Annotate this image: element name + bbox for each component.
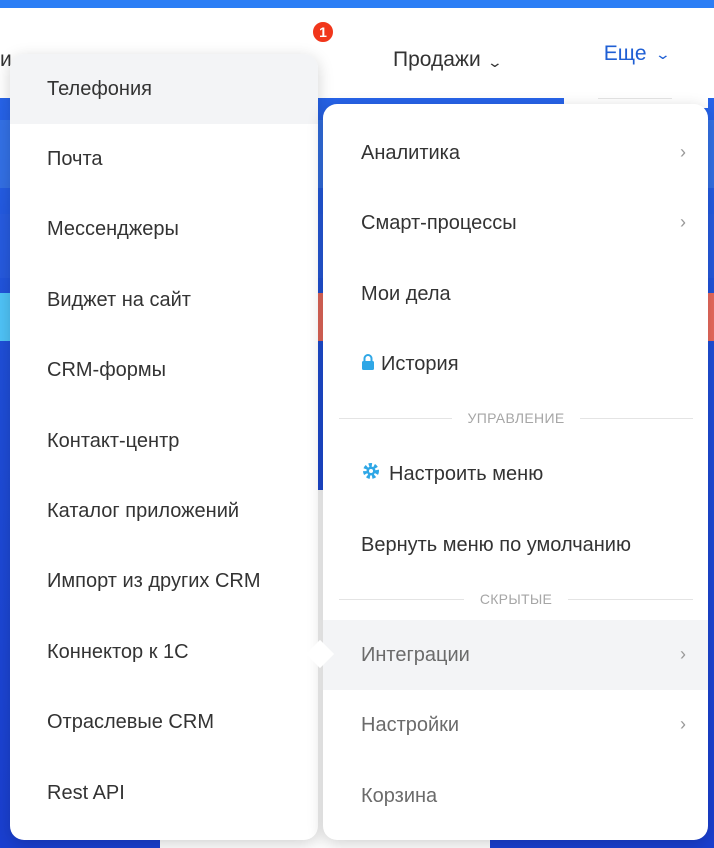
- section-divider-hidden: СКРЫТЫЕ: [339, 589, 694, 609]
- menu-item-label: История: [381, 352, 459, 375]
- submenu-item-contact-center[interactable]: Контакт-центр: [10, 406, 318, 476]
- submenu-item-telephony[interactable]: Телефония: [10, 54, 318, 125]
- submenu-item-messengers[interactable]: Мессенджеры: [10, 195, 318, 265]
- menu-item-label: Вернуть меню по умолчанию: [361, 533, 631, 556]
- submenu-item-1c-connector[interactable]: Коннектор к 1С: [10, 617, 318, 687]
- menu-item-history[interactable]: История: [323, 329, 708, 399]
- submenu-item-app-catalog[interactable]: Каталог приложений: [10, 476, 318, 546]
- chevron-right-icon: ›: [680, 644, 686, 664]
- menu-item-integrations[interactable]: Интеграции ›: [323, 620, 708, 690]
- chevron-right-icon: ›: [680, 212, 686, 232]
- notification-badge: 1: [311, 20, 335, 44]
- menu-item-my-tasks[interactable]: Мои дела: [323, 259, 708, 329]
- menu-item-smart-processes[interactable]: Смарт-процессы ›: [323, 188, 708, 258]
- submenu-item-rest-api[interactable]: Rest API: [10, 758, 318, 828]
- submenu-item-mail[interactable]: Почта: [10, 124, 318, 194]
- menu-item-analytics[interactable]: Аналитика ›: [323, 118, 708, 188]
- menu-item-label: Интеграции: [361, 643, 470, 666]
- menu-item-label: Корзина: [361, 784, 438, 807]
- divider: [598, 98, 672, 99]
- menu-item-reset-menu[interactable]: Вернуть меню по умолчанию: [323, 510, 708, 580]
- submenu-item-site-widget[interactable]: Виджет на сайт: [10, 265, 318, 335]
- chevron-right-icon: ›: [680, 142, 686, 162]
- section-divider-manage: УПРАВЛЕНИЕ: [339, 408, 694, 428]
- section-label: СКРЫТЫЕ: [479, 591, 553, 607]
- tab-sales[interactable]: Продажи ⌄: [393, 48, 503, 72]
- menu-item-trash[interactable]: Корзина: [323, 761, 708, 831]
- menu-item-label: Аналитика: [361, 141, 460, 164]
- gear-icon: [361, 461, 381, 487]
- submenu-item-import-crm[interactable]: Импорт из других CRM: [10, 547, 318, 617]
- menu-item-settings[interactable]: Настройки ›: [323, 690, 708, 760]
- section-label: УПРАВЛЕНИЕ: [467, 410, 565, 426]
- menu-item-label: Настроить меню: [389, 462, 544, 485]
- top-accent-line: [0, 0, 714, 8]
- chevron-right-icon: ›: [680, 714, 686, 734]
- tab-more[interactable]: Еще ⌄: [564, 18, 708, 108]
- menu-item-label: Настройки: [361, 713, 460, 736]
- more-menu: Аналитика › Смарт-процессы › Мои дела Ис…: [323, 104, 708, 840]
- tab-sales-label: Продажи: [393, 48, 481, 71]
- menu-item-label: Мои дела: [361, 282, 451, 305]
- submenu-item-industry-crm[interactable]: Отраслевые CRM: [10, 688, 318, 758]
- chevron-down-icon: ⌄: [486, 53, 503, 70]
- submenu-item-crm-forms[interactable]: CRM-формы: [10, 336, 318, 406]
- menu-item-label: Смарт-процессы: [361, 211, 517, 234]
- menu-item-configure-menu[interactable]: Настроить меню: [323, 439, 708, 509]
- integrations-submenu: Телефония Почта Мессенджеры Виджет на са…: [10, 54, 318, 840]
- lock-icon: [361, 353, 375, 375]
